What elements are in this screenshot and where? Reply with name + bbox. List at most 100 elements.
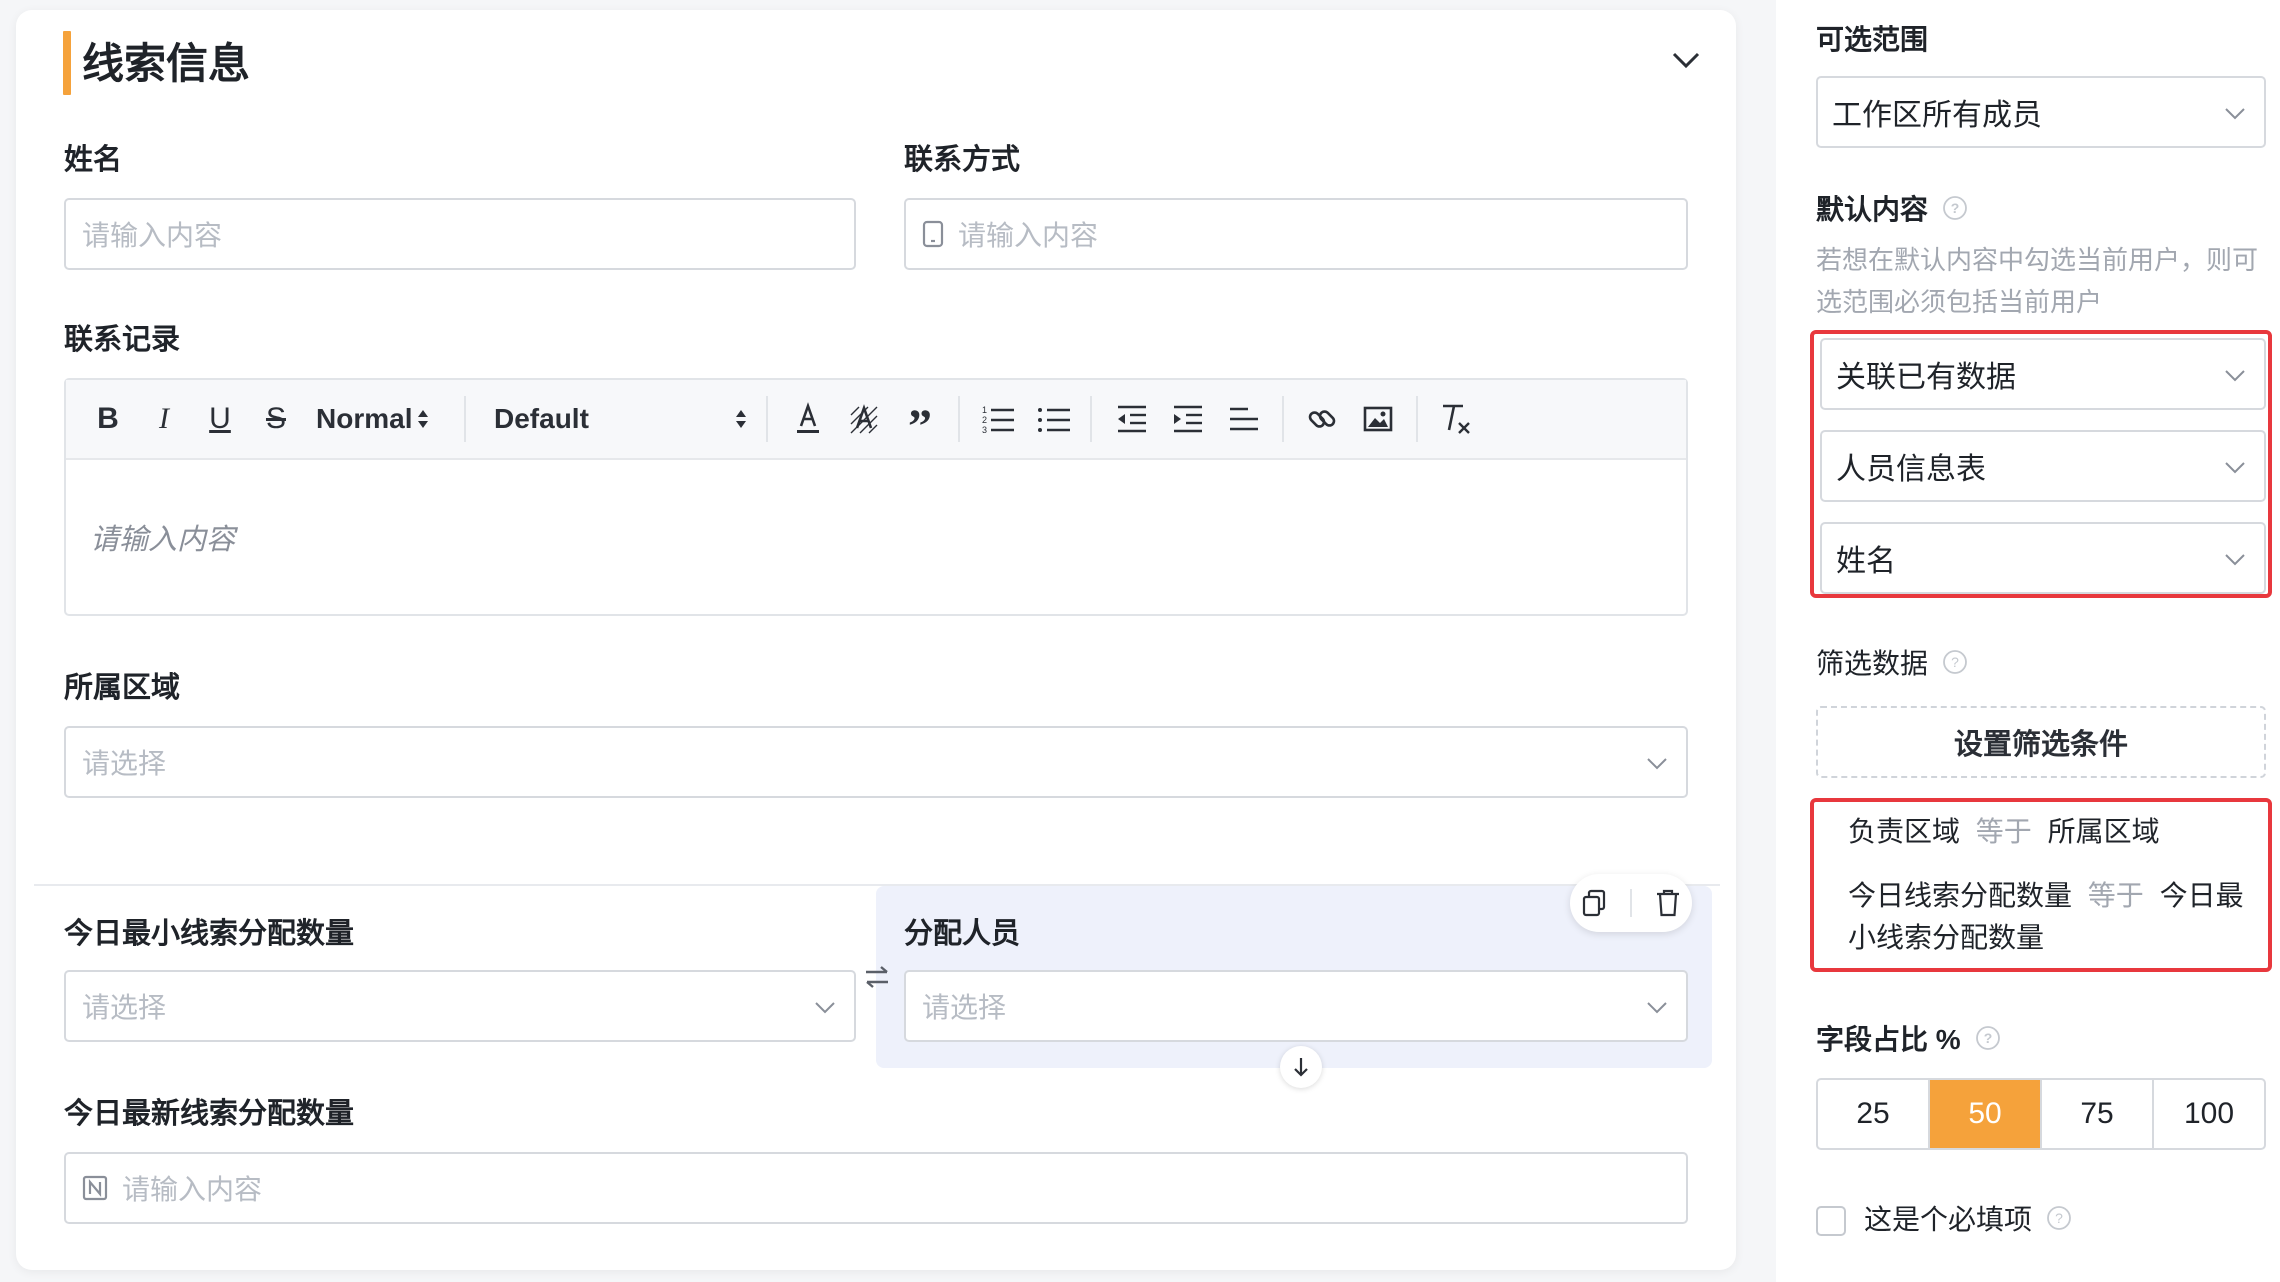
align-icon[interactable] <box>1224 398 1264 440</box>
required-checkbox[interactable] <box>1816 1206 1846 1236</box>
width-option-50[interactable]: 50 <box>1930 1080 2042 1148</box>
default-source-value: 关联已有数据 <box>1836 361 2016 394</box>
text-color-icon[interactable] <box>788 398 828 440</box>
default-hint-line2: 选范围必须包括当前用户 <box>1816 287 2103 317</box>
toolbar-divider <box>464 396 466 442</box>
contact-input[interactable]: 请输入内容 <box>904 198 1688 270</box>
arrow-down-icon <box>1291 1056 1311 1078</box>
region-placeholder: 请选择 <box>82 748 167 779</box>
latest-count-placeholder: 请输入内容 <box>122 1174 263 1205</box>
latest-count-label: 今日最新线索分配数量 <box>64 1098 355 1130</box>
svg-text:?: ? <box>2055 1210 2063 1226</box>
help-icon[interactable]: ? <box>2046 1202 2072 1242</box>
condition-field: 今日线索分配数量 <box>1848 880 2073 911</box>
editor-toolbar: B I U S Normal Default ” 123 <box>66 380 1686 460</box>
min-count-select[interactable]: 请选择 <box>64 970 856 1042</box>
quote-icon[interactable]: ” <box>900 398 940 451</box>
ordered-list-icon[interactable]: 123 <box>978 398 1018 440</box>
chevron-down-icon <box>812 994 838 1020</box>
swap-icon[interactable] <box>862 962 892 992</box>
svg-text:?: ? <box>1951 654 1959 670</box>
default-content-label: 默认内容? <box>1816 190 1968 232</box>
default-table-value: 人员信息表 <box>1836 453 1986 486</box>
latest-count-input[interactable]: 请输入内容 <box>64 1152 1688 1224</box>
delete-icon[interactable] <box>1655 888 1681 918</box>
scope-select[interactable]: 工作区所有成员 <box>1816 76 2266 148</box>
default-field-value: 姓名 <box>1836 545 1896 578</box>
condition-value: 所属区域 <box>2047 816 2160 847</box>
number-icon <box>82 1175 108 1201</box>
width-option-75[interactable]: 75 <box>2042 1080 2154 1148</box>
condition-value: 今日最 <box>2159 880 2244 911</box>
image-icon[interactable] <box>1358 398 1398 440</box>
default-content-text: 默认内容 <box>1816 194 1929 225</box>
chevron-down-icon <box>2222 100 2248 126</box>
record-placeholder: 请输入内容 <box>90 524 236 556</box>
chevron-down-icon <box>2222 454 2248 480</box>
help-icon[interactable]: ? <box>1942 192 1968 232</box>
font-select[interactable]: Default <box>494 398 748 440</box>
condition-operator: 等于 <box>2087 880 2144 911</box>
rich-text-editor[interactable]: B I U S Normal Default ” 123 请输入内容 <box>64 378 1688 616</box>
svg-text:1: 1 <box>982 405 987 415</box>
updown-icon <box>734 407 748 431</box>
bullet-list-icon[interactable] <box>1034 398 1074 440</box>
svg-text:2: 2 <box>982 415 987 425</box>
width-option-25[interactable]: 25 <box>1818 1080 1930 1148</box>
move-down-button[interactable] <box>1280 1046 1322 1088</box>
toolbar-divider <box>1416 396 1418 442</box>
svg-text:3: 3 <box>982 425 987 434</box>
chevron-down-icon <box>1644 994 1670 1020</box>
scope-value: 工作区所有成员 <box>1832 99 2042 132</box>
bold-icon[interactable]: B <box>88 398 128 440</box>
chevron-down-icon <box>2222 546 2248 572</box>
region-select[interactable]: 请选择 <box>64 726 1688 798</box>
font-select-value: Default <box>494 403 589 434</box>
copy-icon[interactable] <box>1581 889 1607 917</box>
name-label: 姓名 <box>64 144 123 176</box>
default-source-select[interactable]: 关联已有数据 <box>1820 338 2266 410</box>
field-action-pill <box>1570 874 1692 932</box>
name-input[interactable]: 请输入内容 <box>64 198 856 270</box>
min-count-placeholder: 请选择 <box>82 992 167 1023</box>
collapse-chevron-icon[interactable] <box>1666 42 1706 78</box>
assignee-select[interactable]: 请选择 <box>904 970 1688 1042</box>
contact-label: 联系方式 <box>904 144 1021 176</box>
svg-text:?: ? <box>1951 200 1960 216</box>
contact-placeholder: 请输入内容 <box>958 220 1099 251</box>
outdent-icon[interactable] <box>1112 398 1152 440</box>
help-icon[interactable]: ? <box>1975 1022 2001 1062</box>
strikethrough-icon[interactable]: S <box>256 398 296 440</box>
chevron-down-icon <box>2222 362 2248 388</box>
help-icon[interactable]: ? <box>1942 646 1968 686</box>
filter-label: 筛选数据? <box>1816 644 1968 686</box>
pill-divider <box>1629 889 1632 917</box>
underline-icon[interactable]: U <box>200 398 240 440</box>
assignee-placeholder: 请选择 <box>922 992 1007 1023</box>
header-select[interactable]: Normal <box>316 398 432 440</box>
default-hint-line1: 若想在默认内容中勾选当前用户，则可 <box>1816 245 2259 275</box>
link-icon[interactable] <box>1302 398 1342 440</box>
background-color-icon[interactable] <box>844 398 884 440</box>
header-select-value: Normal <box>316 403 413 434</box>
filter-label-text: 筛选数据 <box>1816 648 1929 679</box>
phone-icon <box>922 220 944 248</box>
filter-condition-2-cont: 小线索分配数量 <box>1848 922 2045 953</box>
width-ratio-label: 字段占比 %? <box>1816 1020 2001 1062</box>
clear-format-icon[interactable] <box>1434 398 1478 440</box>
indent-icon[interactable] <box>1168 398 1208 440</box>
region-label: 所属区域 <box>64 672 181 704</box>
filter-condition-1[interactable]: 负责区域 等于 所属区域 <box>1848 810 2160 854</box>
required-label: 这是个必填项? <box>1864 1200 2072 1242</box>
italic-icon[interactable]: I <box>144 398 184 440</box>
section-accent-bar <box>63 31 71 95</box>
width-option-100[interactable]: 100 <box>2154 1080 2264 1148</box>
filter-condition-2[interactable]: 今日线索分配数量 等于 今日最 <box>1848 874 2244 918</box>
set-filter-button[interactable]: 设置筛选条件 <box>1816 706 2266 778</box>
record-label: 联系记录 <box>64 324 181 356</box>
default-table-select[interactable]: 人员信息表 <box>1820 430 2266 502</box>
condition-operator: 等于 <box>1975 816 2032 847</box>
default-field-select[interactable]: 姓名 <box>1820 522 2266 594</box>
assignee-label: 分配人员 <box>904 918 1021 950</box>
condition-field: 负责区域 <box>1848 816 1961 847</box>
